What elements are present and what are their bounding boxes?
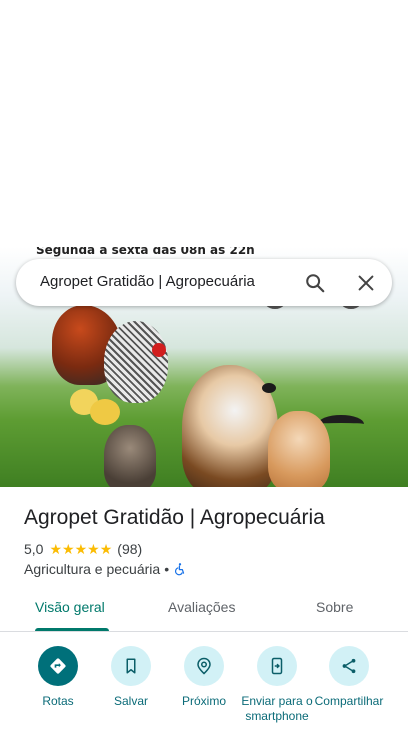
rating-value: 5,0 <box>24 541 44 557</box>
star-icon: ★ <box>49 541 63 557</box>
search-icon[interactable] <box>304 272 326 294</box>
wheelchair-accessible-icon <box>175 563 185 576</box>
star-icon: ★ <box>87 541 100 557</box>
send-to-phone-icon <box>271 657 283 675</box>
share-icon <box>342 658 356 674</box>
hen-image <box>104 321 168 403</box>
send-to-phone-label: Enviar para o smartphone <box>241 694 313 723</box>
rating-stars: ★ ★ ★ ★ ★ <box>49 542 112 556</box>
nearby-icon <box>197 657 211 675</box>
search-query[interactable]: Agropet Gratidão | Agropecuária <box>40 273 255 290</box>
nearby-button[interactable]: Próximo <box>166 646 242 709</box>
tab-overview[interactable]: Visão geral <box>35 599 105 615</box>
cat-image <box>104 425 156 487</box>
share-button[interactable]: Compartilhar <box>311 646 387 709</box>
chick-image <box>90 399 120 425</box>
tab-reviews[interactable]: Avaliações <box>168 599 235 615</box>
kitten-image <box>268 411 330 487</box>
action-buttons: Rotas Salvar Próximo Enviar para o smart… <box>0 646 408 734</box>
rating-row[interactable]: 5,0 ★ ★ ★ ★ ★ (98) <box>24 541 142 557</box>
save-button[interactable]: Salvar <box>93 646 169 709</box>
send-to-phone-button[interactable]: Enviar para o smartphone <box>239 646 315 724</box>
place-title: Agropet Gratidão | Agropecuária <box>24 506 325 529</box>
star-icon: ★ <box>99 541 113 557</box>
star-icon: ★ <box>62 541 75 557</box>
star-icon: ★ <box>74 541 88 557</box>
active-tab-indicator <box>35 628 109 631</box>
nearby-label: Próximo <box>181 694 226 708</box>
bookmark-icon <box>126 658 136 674</box>
directions-button[interactable]: Rotas <box>20 646 96 709</box>
directions-icon <box>50 658 66 674</box>
separator-dot: • <box>164 561 170 577</box>
review-count[interactable]: (98) <box>117 541 142 557</box>
category-label: Agricultura e pecuária <box>24 561 161 577</box>
directions-label: Rotas <box>42 694 74 708</box>
tab-bar: Visão geral Avaliações Sobre <box>0 589 408 632</box>
photo-caption: Segunda a sexta das 08h as 22h <box>36 247 255 257</box>
close-icon[interactable] <box>355 272 377 294</box>
search-bar[interactable]: Agropet Gratidão | Agropecuária <box>16 259 392 306</box>
tab-about[interactable]: Sobre <box>316 599 353 615</box>
category-row: Agricultura e pecuária • <box>24 561 187 577</box>
share-label: Compartilhar <box>314 694 384 708</box>
save-label: Salvar <box>113 694 148 708</box>
